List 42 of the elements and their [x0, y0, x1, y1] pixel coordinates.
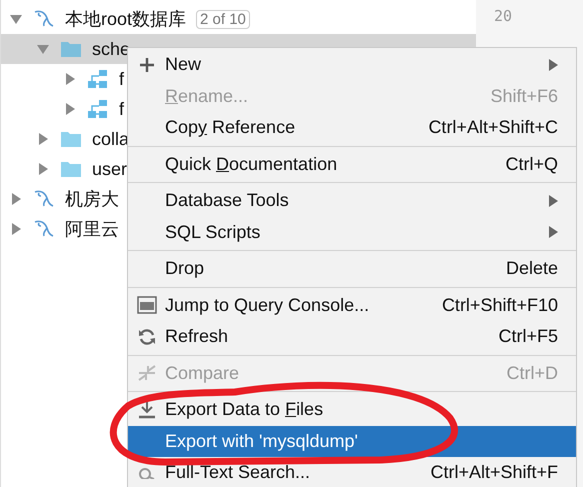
menu-item[interactable]: Refresh Ctrl+F5	[128, 321, 576, 352]
folder-icon	[60, 40, 82, 58]
folder-icon	[60, 160, 82, 178]
tree-item-label[interactable]: colla	[92, 128, 130, 150]
dolphin-icon	[33, 189, 55, 209]
menu-item[interactable]: Export with 'mysqldump'	[128, 426, 576, 457]
menu-item[interactable]: Copy Reference Ctrl+Alt+Shift+C	[128, 112, 576, 144]
schema-icon	[87, 69, 109, 89]
dolphin-icon	[33, 9, 55, 29]
menu-item[interactable]: Full-Text Search... Ctrl+Alt+Shift+F	[128, 457, 576, 487]
tree-item-label[interactable]: 阿里云	[65, 217, 119, 241]
expand-arrow-icon[interactable]	[63, 102, 77, 116]
folder-icon	[60, 130, 82, 148]
tree-item-label[interactable]: f	[119, 68, 124, 90]
expand-arrow-icon[interactable]	[63, 72, 77, 86]
search-icon	[136, 466, 156, 479]
tree-item-label[interactable]: f	[119, 98, 124, 120]
tree-item-label[interactable]: 本地root数据库	[65, 7, 186, 31]
refresh-icon	[138, 328, 156, 346]
expand-arrow-icon[interactable]	[36, 162, 50, 176]
console-icon	[136, 296, 156, 314]
expand-arrow-icon[interactable]	[9, 12, 23, 26]
menu-item[interactable]: Database Tools	[128, 185, 576, 216]
menu-item[interactable]: SQL Scripts	[128, 216, 576, 248]
line-number: 20	[494, 7, 514, 25]
tree-item-label[interactable]: 机房大	[65, 187, 119, 211]
tree-item-label[interactable]: user	[92, 158, 128, 180]
download-icon	[136, 400, 156, 419]
menu-item[interactable]: Jump to Query Console... Ctrl+Shift+F10	[128, 290, 576, 321]
menu-item[interactable]: New	[128, 49, 576, 80]
arrows-icon	[136, 364, 156, 382]
expand-arrow-icon[interactable]	[36, 132, 50, 146]
expand-arrow-icon[interactable]	[9, 192, 23, 206]
menu-item[interactable]: Drop Delete	[128, 253, 576, 284]
plus-icon	[138, 56, 154, 73]
expand-arrow-icon[interactable]	[36, 42, 50, 56]
menu-item[interactable]: Quick Documentation Ctrl+Q	[128, 148, 576, 180]
schema-icon	[87, 99, 109, 119]
count-badge: 2 of 10	[196, 10, 250, 28]
menu-item[interactable]: Export Data to Files	[128, 394, 576, 426]
dolphin-icon	[33, 219, 55, 239]
expand-arrow-icon[interactable]	[9, 222, 23, 236]
